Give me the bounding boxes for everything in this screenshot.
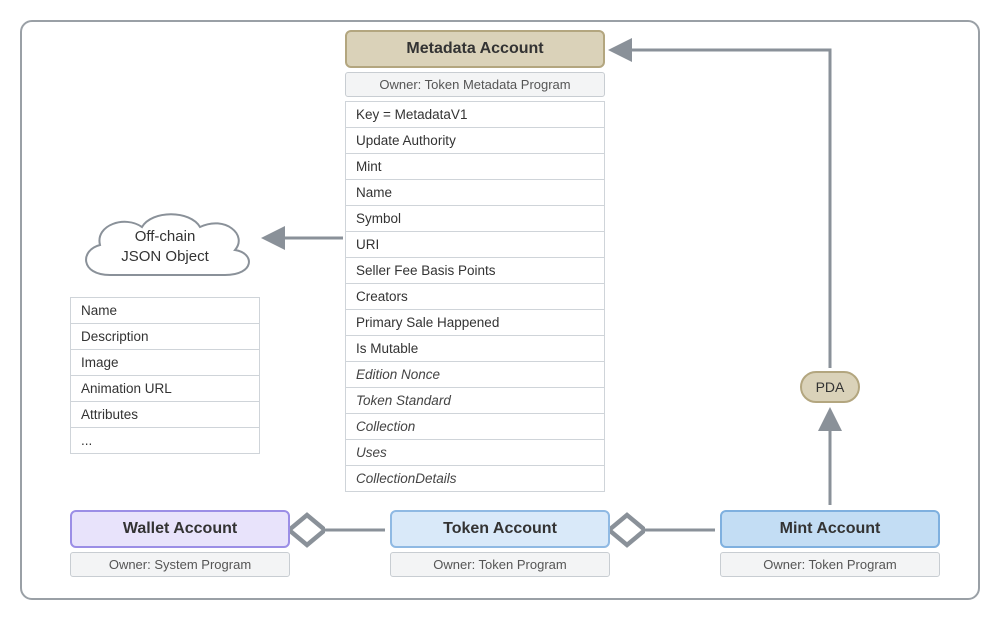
token-account: Token Account Owner: Token Program	[390, 510, 610, 577]
metadata-field: URI	[345, 232, 605, 258]
cloud-icon: Off-chain JSON Object	[70, 205, 260, 295]
token-account-title: Token Account	[390, 510, 610, 548]
offchain-json-object: Off-chain JSON Object NameDescriptionIma…	[70, 205, 260, 454]
offchain-json-fields: NameDescriptionImageAnimation URLAttribu…	[70, 297, 260, 454]
metadata-field: Is Mutable	[345, 336, 605, 362]
offchain-json-label: Off-chain JSON Object	[70, 227, 260, 266]
json-field: Attributes	[70, 402, 260, 428]
wallet-account-title: Wallet Account	[70, 510, 290, 548]
mint-account-title: Mint Account	[720, 510, 940, 548]
metadata-field: Uses	[345, 440, 605, 466]
json-field: Image	[70, 350, 260, 376]
metadata-field: Edition Nonce	[345, 362, 605, 388]
metadata-account-owner: Owner: Token Metadata Program	[345, 72, 605, 97]
json-field: Description	[70, 324, 260, 350]
mint-account-owner: Owner: Token Program	[720, 552, 940, 577]
wallet-account-owner: Owner: System Program	[70, 552, 290, 577]
metadata-field: Collection	[345, 414, 605, 440]
metadata-field: Key = MetadataV1	[345, 101, 605, 128]
json-field: Animation URL	[70, 376, 260, 402]
metadata-field: Mint	[345, 154, 605, 180]
metadata-field: Creators	[345, 284, 605, 310]
metadata-field: Primary Sale Happened	[345, 310, 605, 336]
pda-node: PDA	[800, 371, 860, 403]
metadata-account: Metadata Account Owner: Token Metadata P…	[345, 30, 605, 492]
metadata-field: Name	[345, 180, 605, 206]
metadata-account-fields: Key = MetadataV1Update AuthorityMintName…	[345, 101, 605, 492]
metadata-field: CollectionDetails	[345, 466, 605, 492]
token-account-owner: Owner: Token Program	[390, 552, 610, 577]
metadata-field: Seller Fee Basis Points	[345, 258, 605, 284]
metadata-field: Symbol	[345, 206, 605, 232]
wallet-account: Wallet Account Owner: System Program	[70, 510, 290, 577]
mint-account: Mint Account Owner: Token Program	[720, 510, 940, 577]
json-field: Name	[70, 297, 260, 324]
json-field: ...	[70, 428, 260, 454]
metadata-field: Update Authority	[345, 128, 605, 154]
metadata-field: Token Standard	[345, 388, 605, 414]
metadata-account-title: Metadata Account	[345, 30, 605, 68]
